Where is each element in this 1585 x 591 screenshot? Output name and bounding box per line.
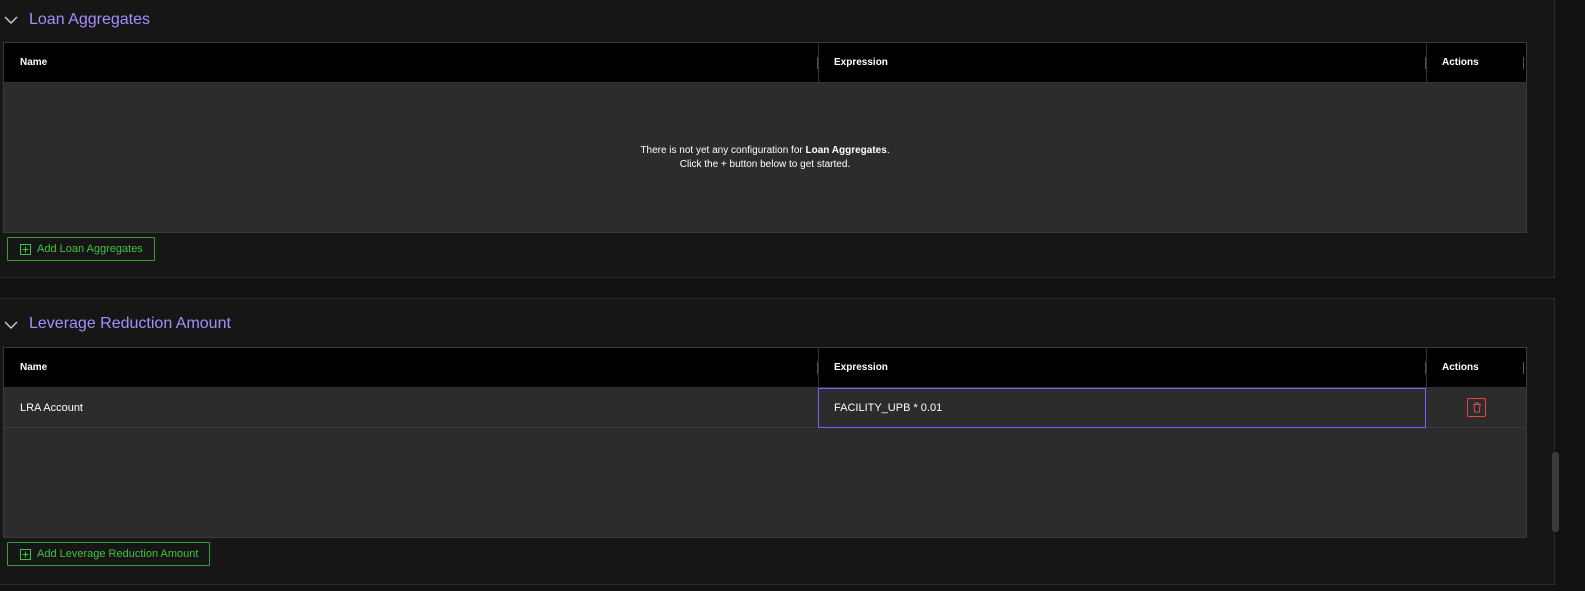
column-header-name[interactable]: Name — [20, 43, 47, 83]
empty-state-line2: Click the + button below to get started. — [679, 159, 851, 170]
column-separator — [1523, 362, 1524, 374]
plus-square-icon — [20, 243, 31, 255]
empty-state-bold: Loan Aggregates — [805, 145, 887, 156]
empty-state-prefix: There is not yet any configuration for — [640, 145, 806, 156]
column-header-name[interactable]: Name — [20, 348, 47, 388]
scrollbar-thumb[interactable] — [1552, 452, 1559, 532]
section-header[interactable]: Leverage Reduction Amount — [0, 299, 300, 339]
chevron-down-icon[interactable] — [4, 318, 18, 332]
table-header: Name Expression Actions — [4, 348, 1526, 388]
table-header: Name Expression Actions — [4, 43, 1526, 83]
row-name-cell[interactable]: LRA Account — [20, 388, 83, 428]
column-header-expression[interactable]: Expression — [834, 348, 888, 388]
add-button-label: Add Loan Aggregates — [37, 243, 143, 255]
add-loan-aggregates-button[interactable]: Add Loan Aggregates — [7, 237, 155, 261]
section-title: Leverage Reduction Amount — [29, 315, 231, 332]
section-title: Loan Aggregates — [29, 11, 150, 28]
column-divider — [818, 43, 819, 83]
column-header-expression[interactable]: Expression — [834, 43, 888, 83]
column-header-actions[interactable]: Actions — [1442, 348, 1479, 388]
loan-aggregates-table: Name Expression Actions There is not yet… — [3, 42, 1527, 233]
leverage-reduction-amount-section: Leverage Reduction Amount Name Expressio… — [0, 298, 1555, 585]
add-button-label: Add Leverage Reduction Amount — [37, 548, 199, 560]
row-expression-cell[interactable]: FACILITY_UPB * 0.01 — [834, 388, 942, 428]
column-header-actions[interactable]: Actions — [1442, 43, 1479, 83]
column-separator — [1523, 57, 1524, 69]
trash-icon — [1472, 402, 1481, 413]
empty-state-message: There is not yet any configuration for L… — [4, 144, 1526, 172]
empty-state-suffix: . — [886, 145, 890, 156]
loan-aggregates-section: Loan Aggregates Name Expression Actions … — [0, 0, 1555, 278]
column-divider — [1426, 348, 1427, 388]
leverage-reduction-table: Name Expression Actions LRA Account FACI… — [3, 347, 1527, 538]
column-divider — [818, 348, 819, 388]
table-row: LRA Account FACILITY_UPB * 0.01 — [4, 388, 1526, 428]
section-header[interactable]: Loan Aggregates — [0, 0, 300, 40]
delete-row-button[interactable] — [1467, 398, 1486, 417]
plus-square-icon — [20, 548, 31, 560]
add-leverage-reduction-amount-button[interactable]: Add Leverage Reduction Amount — [7, 542, 211, 566]
empty-state-line1: There is not yet any configuration for L… — [4, 144, 1526, 158]
column-divider — [1426, 43, 1427, 83]
chevron-down-icon[interactable] — [4, 13, 18, 27]
expression-cell-editor[interactable]: FACILITY_UPB * 0.01 — [818, 388, 1426, 428]
